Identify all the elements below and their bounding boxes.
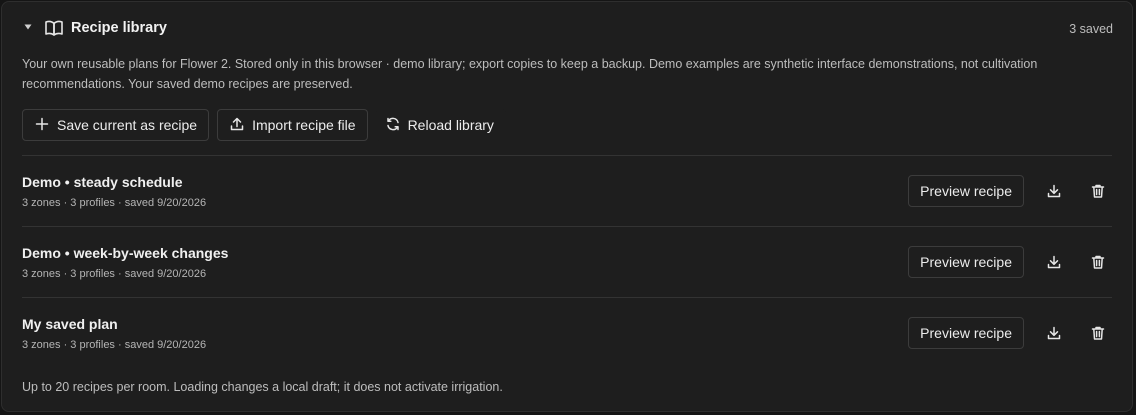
download-icon[interactable] bbox=[1040, 319, 1068, 347]
preview-recipe-button[interactable]: Preview recipe bbox=[908, 246, 1024, 278]
recipe-meta: 3 zones · 3 profiles · saved 9/20/2026 bbox=[22, 339, 207, 351]
recipe-name: Demo • week-by-week changes bbox=[22, 245, 229, 261]
recipe-meta: 3 zones · 3 profiles · saved 9/20/2026 bbox=[22, 268, 207, 280]
library-description: Your own reusable plans for Flower 2. St… bbox=[22, 57, 1038, 91]
preview-recipe-button[interactable]: Preview recipe bbox=[908, 317, 1024, 349]
recipe-library-panel: Recipe library 3 saved Your own reusable… bbox=[1, 1, 1133, 412]
panel-title: Recipe library bbox=[71, 20, 167, 36]
recipe-list: Demo • steady schedule 3 zones · 3 profi… bbox=[22, 155, 1112, 368]
download-icon[interactable] bbox=[1040, 177, 1068, 205]
recipe-actions: Preview recipe bbox=[908, 246, 1112, 278]
download-icon[interactable] bbox=[1040, 248, 1068, 276]
trash-icon[interactable] bbox=[1084, 177, 1112, 205]
recipe-actions: Preview recipe bbox=[908, 317, 1112, 349]
refresh-icon bbox=[385, 116, 401, 135]
reload-library-button[interactable]: Reload library bbox=[375, 109, 506, 141]
recipe-name: My saved plan bbox=[22, 316, 118, 332]
upload-icon bbox=[229, 116, 245, 135]
reload-library-label: Reload library bbox=[407, 117, 494, 133]
recipe-row: Demo • week-by-week changes 3 zones · 3 … bbox=[22, 226, 1112, 297]
recipe-row: My saved plan 3 zones · 3 profiles · sav… bbox=[22, 297, 1112, 368]
recipe-actions: Preview recipe bbox=[908, 175, 1112, 207]
trash-icon[interactable] bbox=[1084, 248, 1112, 276]
library-footer-note: Up to 20 recipes per room. Loading chang… bbox=[22, 380, 503, 394]
recipe-meta: 3 zones · 3 profiles · saved 9/20/2026 bbox=[22, 197, 207, 209]
recipe-row: Demo • steady schedule 3 zones · 3 profi… bbox=[22, 155, 1112, 226]
save-current-label: Save current as recipe bbox=[57, 117, 198, 133]
chevron-down-icon[interactable] bbox=[23, 22, 33, 32]
panel-header[interactable]: Recipe library 3 saved bbox=[2, 2, 1132, 54]
preview-recipe-button[interactable]: Preview recipe bbox=[908, 175, 1024, 207]
saved-count: 3 saved bbox=[1069, 22, 1113, 36]
trash-icon[interactable] bbox=[1084, 319, 1112, 347]
save-current-button[interactable]: Save current as recipe bbox=[22, 109, 210, 141]
recipe-name: Demo • steady schedule bbox=[22, 174, 183, 190]
plus-icon bbox=[34, 116, 50, 135]
import-recipe-label: Import recipe file bbox=[252, 117, 356, 133]
import-recipe-button[interactable]: Import recipe file bbox=[217, 109, 368, 141]
library-actions: Save current as recipe Import recipe fil… bbox=[22, 109, 506, 141]
book-open-icon bbox=[44, 19, 64, 37]
